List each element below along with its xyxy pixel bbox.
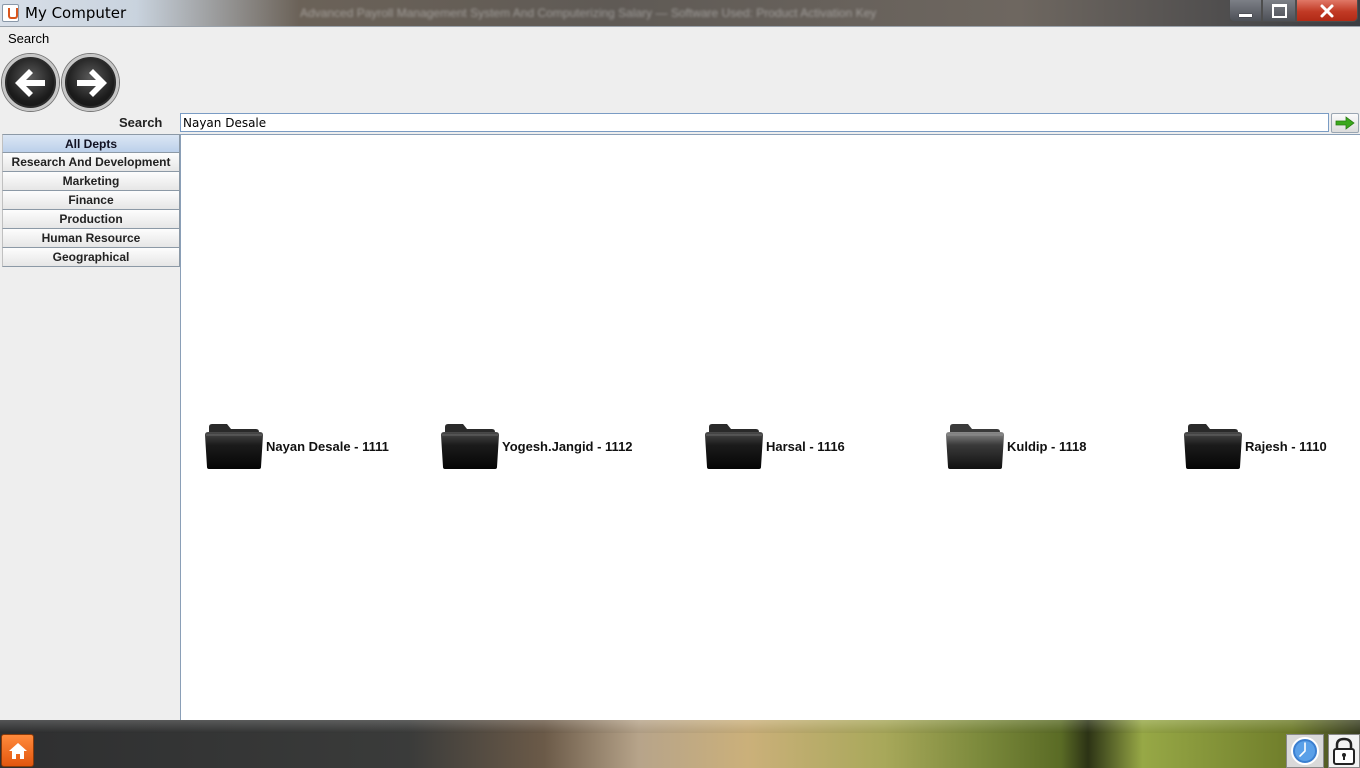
dept-tab-all-depts[interactable]: All Depts — [2, 134, 180, 153]
folder-label: Rajesh - 1110 — [1245, 438, 1327, 454]
folder-label: Harsal - 1116 — [766, 438, 845, 454]
arrow-left-icon — [14, 68, 45, 97]
dept-tab-production[interactable]: Production — [2, 210, 180, 229]
home-button[interactable] — [1, 734, 34, 767]
folder-icon — [439, 421, 501, 471]
employee-folder[interactable]: Yogesh.Jangid - 1112 — [439, 421, 633, 471]
dept-tab-geographical[interactable]: Geographical — [2, 248, 180, 267]
close-icon — [1320, 4, 1334, 17]
dept-tab-research-and-development[interactable]: Research And Development — [2, 153, 180, 172]
title-bar: My Computer Advanced Payroll Management … — [0, 0, 1360, 27]
employee-folder[interactable]: Kuldip - 1118 — [944, 421, 1086, 471]
employee-folder[interactable]: Nayan Desale - 1111 — [203, 421, 389, 471]
blurred-window-caption: Advanced Payroll Management System And C… — [300, 6, 877, 20]
folder-label: Kuldip - 1118 — [1007, 438, 1087, 454]
results-panel: Nayan Desale - 1111 Yogesh.Jangid - 1112… — [180, 134, 1360, 720]
java-app-icon — [2, 4, 19, 22]
search-menu-label[interactable]: Search — [8, 31, 49, 46]
search-label: Search — [119, 115, 163, 130]
arrow-right-icon — [1335, 116, 1355, 130]
search-input[interactable] — [180, 113, 1329, 132]
search-go-button[interactable] — [1331, 113, 1359, 133]
folder-icon — [944, 421, 1006, 471]
folder-label: Nayan Desale - 1111 — [266, 438, 389, 454]
clock-button[interactable] — [1286, 734, 1324, 768]
lock-button[interactable] — [1328, 734, 1360, 768]
department-sidebar: All Depts Research And Development Marke… — [2, 134, 180, 267]
minimize-button[interactable] — [1229, 0, 1262, 22]
employee-folder[interactable]: Harsal - 1116 — [703, 421, 845, 471]
clock-icon — [1291, 737, 1319, 765]
dept-tab-human-resource[interactable]: Human Resource — [2, 229, 180, 248]
back-button[interactable] — [2, 54, 59, 111]
folder-icon — [203, 421, 265, 471]
dept-tab-marketing[interactable]: Marketing — [2, 172, 180, 191]
window-title: My Computer — [25, 4, 127, 22]
employee-folder[interactable]: Rajesh - 1110 — [1182, 421, 1327, 471]
arrow-right-icon — [76, 68, 107, 97]
taskbar — [0, 720, 1360, 768]
dept-tab-finance[interactable]: Finance — [2, 191, 180, 210]
close-button[interactable] — [1296, 0, 1358, 22]
forward-button[interactable] — [62, 54, 119, 111]
folder-icon — [703, 421, 765, 471]
folder-label: Yogesh.Jangid - 1112 — [502, 438, 633, 454]
lock-icon — [1333, 737, 1355, 765]
maximize-button[interactable] — [1262, 0, 1296, 22]
home-icon — [8, 742, 27, 759]
folder-icon — [1182, 421, 1244, 471]
